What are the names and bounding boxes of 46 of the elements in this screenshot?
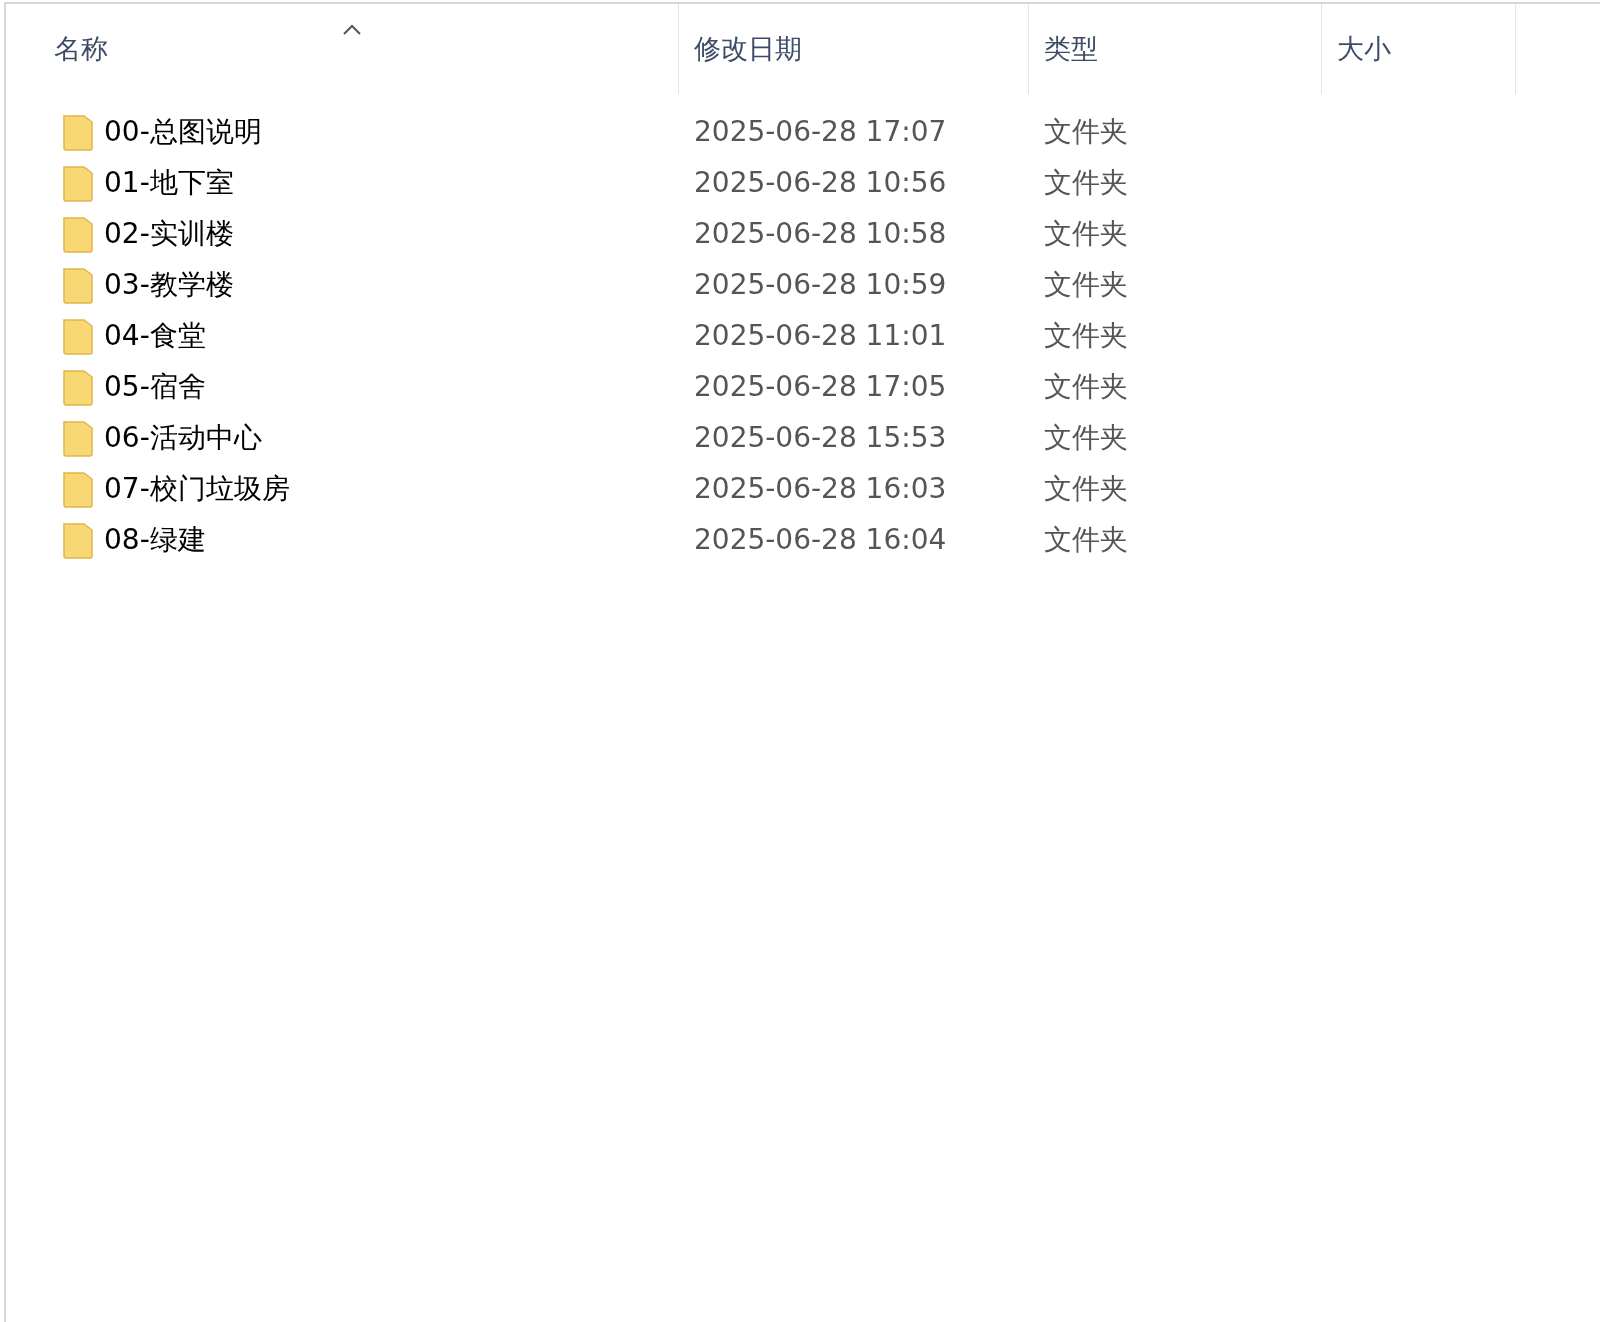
file-type: 文件夹 [1043,419,1129,456]
folder-icon [62,163,94,202]
file-row[interactable]: 06-活动中心 2025-06-28 15:53 文件夹 [6,412,1600,463]
sort-ascending-icon [342,24,362,36]
file-type: 文件夹 [1043,164,1129,201]
file-row[interactable]: 08-绿建 2025-06-28 16:04 文件夹 [6,514,1600,565]
modified-date: 2025-06-28 16:04 [693,521,948,558]
file-type: 文件夹 [1043,521,1129,558]
folder-icon [62,316,94,355]
modified-date: 2025-06-28 10:58 [693,215,948,252]
modified-date: 2025-06-28 17:07 [693,113,948,150]
file-row[interactable]: 00-总图说明 2025-06-28 17:07 文件夹 [6,106,1600,157]
file-name: 03-教学楼 [104,266,234,303]
modified-date: 2025-06-28 10:56 [693,164,948,201]
file-row[interactable]: 01-地下室 2025-06-28 10:56 文件夹 [6,157,1600,208]
modified-date: 2025-06-28 10:59 [693,266,948,303]
folder-icon [62,265,94,304]
file-row[interactable]: 07-校门垃圾房 2025-06-28 16:03 文件夹 [6,463,1600,514]
file-name: 04-食堂 [104,317,206,354]
file-row[interactable]: 02-实训楼 2025-06-28 10:58 文件夹 [6,208,1600,259]
file-name: 05-宿舍 [104,368,206,405]
file-name: 08-绿建 [104,521,206,558]
file-name: 02-实训楼 [104,215,234,252]
folder-icon [62,214,94,253]
modified-date: 2025-06-28 16:03 [693,470,948,507]
file-name: 06-活动中心 [104,419,262,456]
folder-icon [62,469,94,508]
folder-icon [62,112,94,151]
modified-date: 2025-06-28 11:01 [693,317,948,354]
folder-icon [62,367,94,406]
file-row[interactable]: 03-教学楼 2025-06-28 10:59 文件夹 [6,259,1600,310]
folder-icon [62,520,94,559]
folder-icon [62,418,94,457]
file-row[interactable]: 05-宿舍 2025-06-28 17:05 文件夹 [6,361,1600,412]
file-type: 文件夹 [1043,113,1129,150]
file-type: 文件夹 [1043,317,1129,354]
file-name: 01-地下室 [104,164,234,201]
file-type: 文件夹 [1043,266,1129,303]
file-type: 文件夹 [1043,368,1129,405]
file-type: 文件夹 [1043,215,1129,252]
modified-date: 2025-06-28 15:53 [693,419,948,456]
modified-date: 2025-06-28 17:05 [693,368,948,405]
file-row[interactable]: 04-食堂 2025-06-28 11:01 文件夹 [6,310,1600,361]
file-name: 00-总图说明 [104,113,262,150]
file-name: 07-校门垃圾房 [104,470,290,507]
file-type: 文件夹 [1043,470,1129,507]
